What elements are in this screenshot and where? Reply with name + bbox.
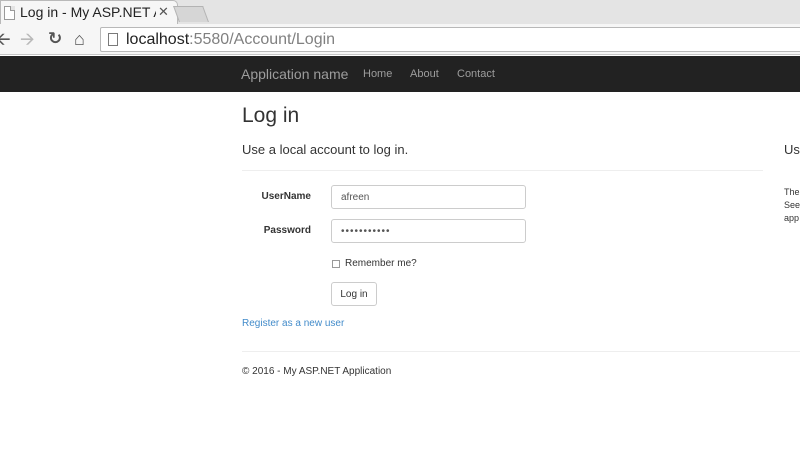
arrow-right-icon[interactable]: 🡪 [20, 28, 35, 50]
remember-me-checkbox[interactable] [332, 260, 340, 268]
nav-link-contact[interactable]: Contact [457, 68, 495, 80]
external-login-heading: Use [784, 142, 800, 157]
external-login-text: The See app [784, 187, 800, 223]
remember-me-label[interactable]: Remember me? [345, 258, 417, 269]
brand-link[interactable]: Application name [241, 66, 348, 82]
url-text: localhost:5580/Account/Login [126, 31, 336, 48]
footer-divider [242, 351, 800, 352]
username-input[interactable] [331, 185, 526, 209]
page-icon [108, 33, 118, 46]
divider [242, 170, 763, 171]
reload-icon[interactable]: ↻ [48, 28, 62, 50]
register-link[interactable]: Register as a new user [242, 318, 344, 329]
arrow-left-icon[interactable]: 🡨 [0, 28, 11, 50]
password-input[interactable] [331, 219, 526, 243]
tab-strip: Log in - My ASP.NET Application ✕ [0, 0, 800, 24]
site-navbar: Application name Home About Contact [0, 56, 800, 92]
nav-link-about[interactable]: About [410, 68, 439, 80]
password-label: Password [263, 225, 311, 236]
nav-link-home[interactable]: Home [363, 68, 392, 80]
page-title: Log in [242, 104, 300, 127]
browser-toolbar: 🡨 🡪 ↻ ⌂ localhost:5580/Account/Login [0, 24, 800, 55]
page-subtitle: Use a local account to log in. [242, 142, 409, 157]
username-label: UserName [261, 191, 311, 202]
browser-tab[interactable]: Log in - My ASP.NET Application ✕ [0, 0, 178, 24]
footer-text: © 2016 - My ASP.NET Application [242, 366, 392, 377]
tab-title: Log in - My ASP.NET Application [20, 4, 156, 20]
page-favicon-icon [4, 6, 15, 20]
home-icon[interactable]: ⌂ [74, 28, 85, 50]
address-bar[interactable]: localhost:5580/Account/Login [100, 27, 800, 52]
new-tab-button[interactable] [173, 6, 209, 22]
login-button[interactable]: Log in [331, 282, 377, 306]
close-tab-icon[interactable]: ✕ [158, 4, 169, 20]
